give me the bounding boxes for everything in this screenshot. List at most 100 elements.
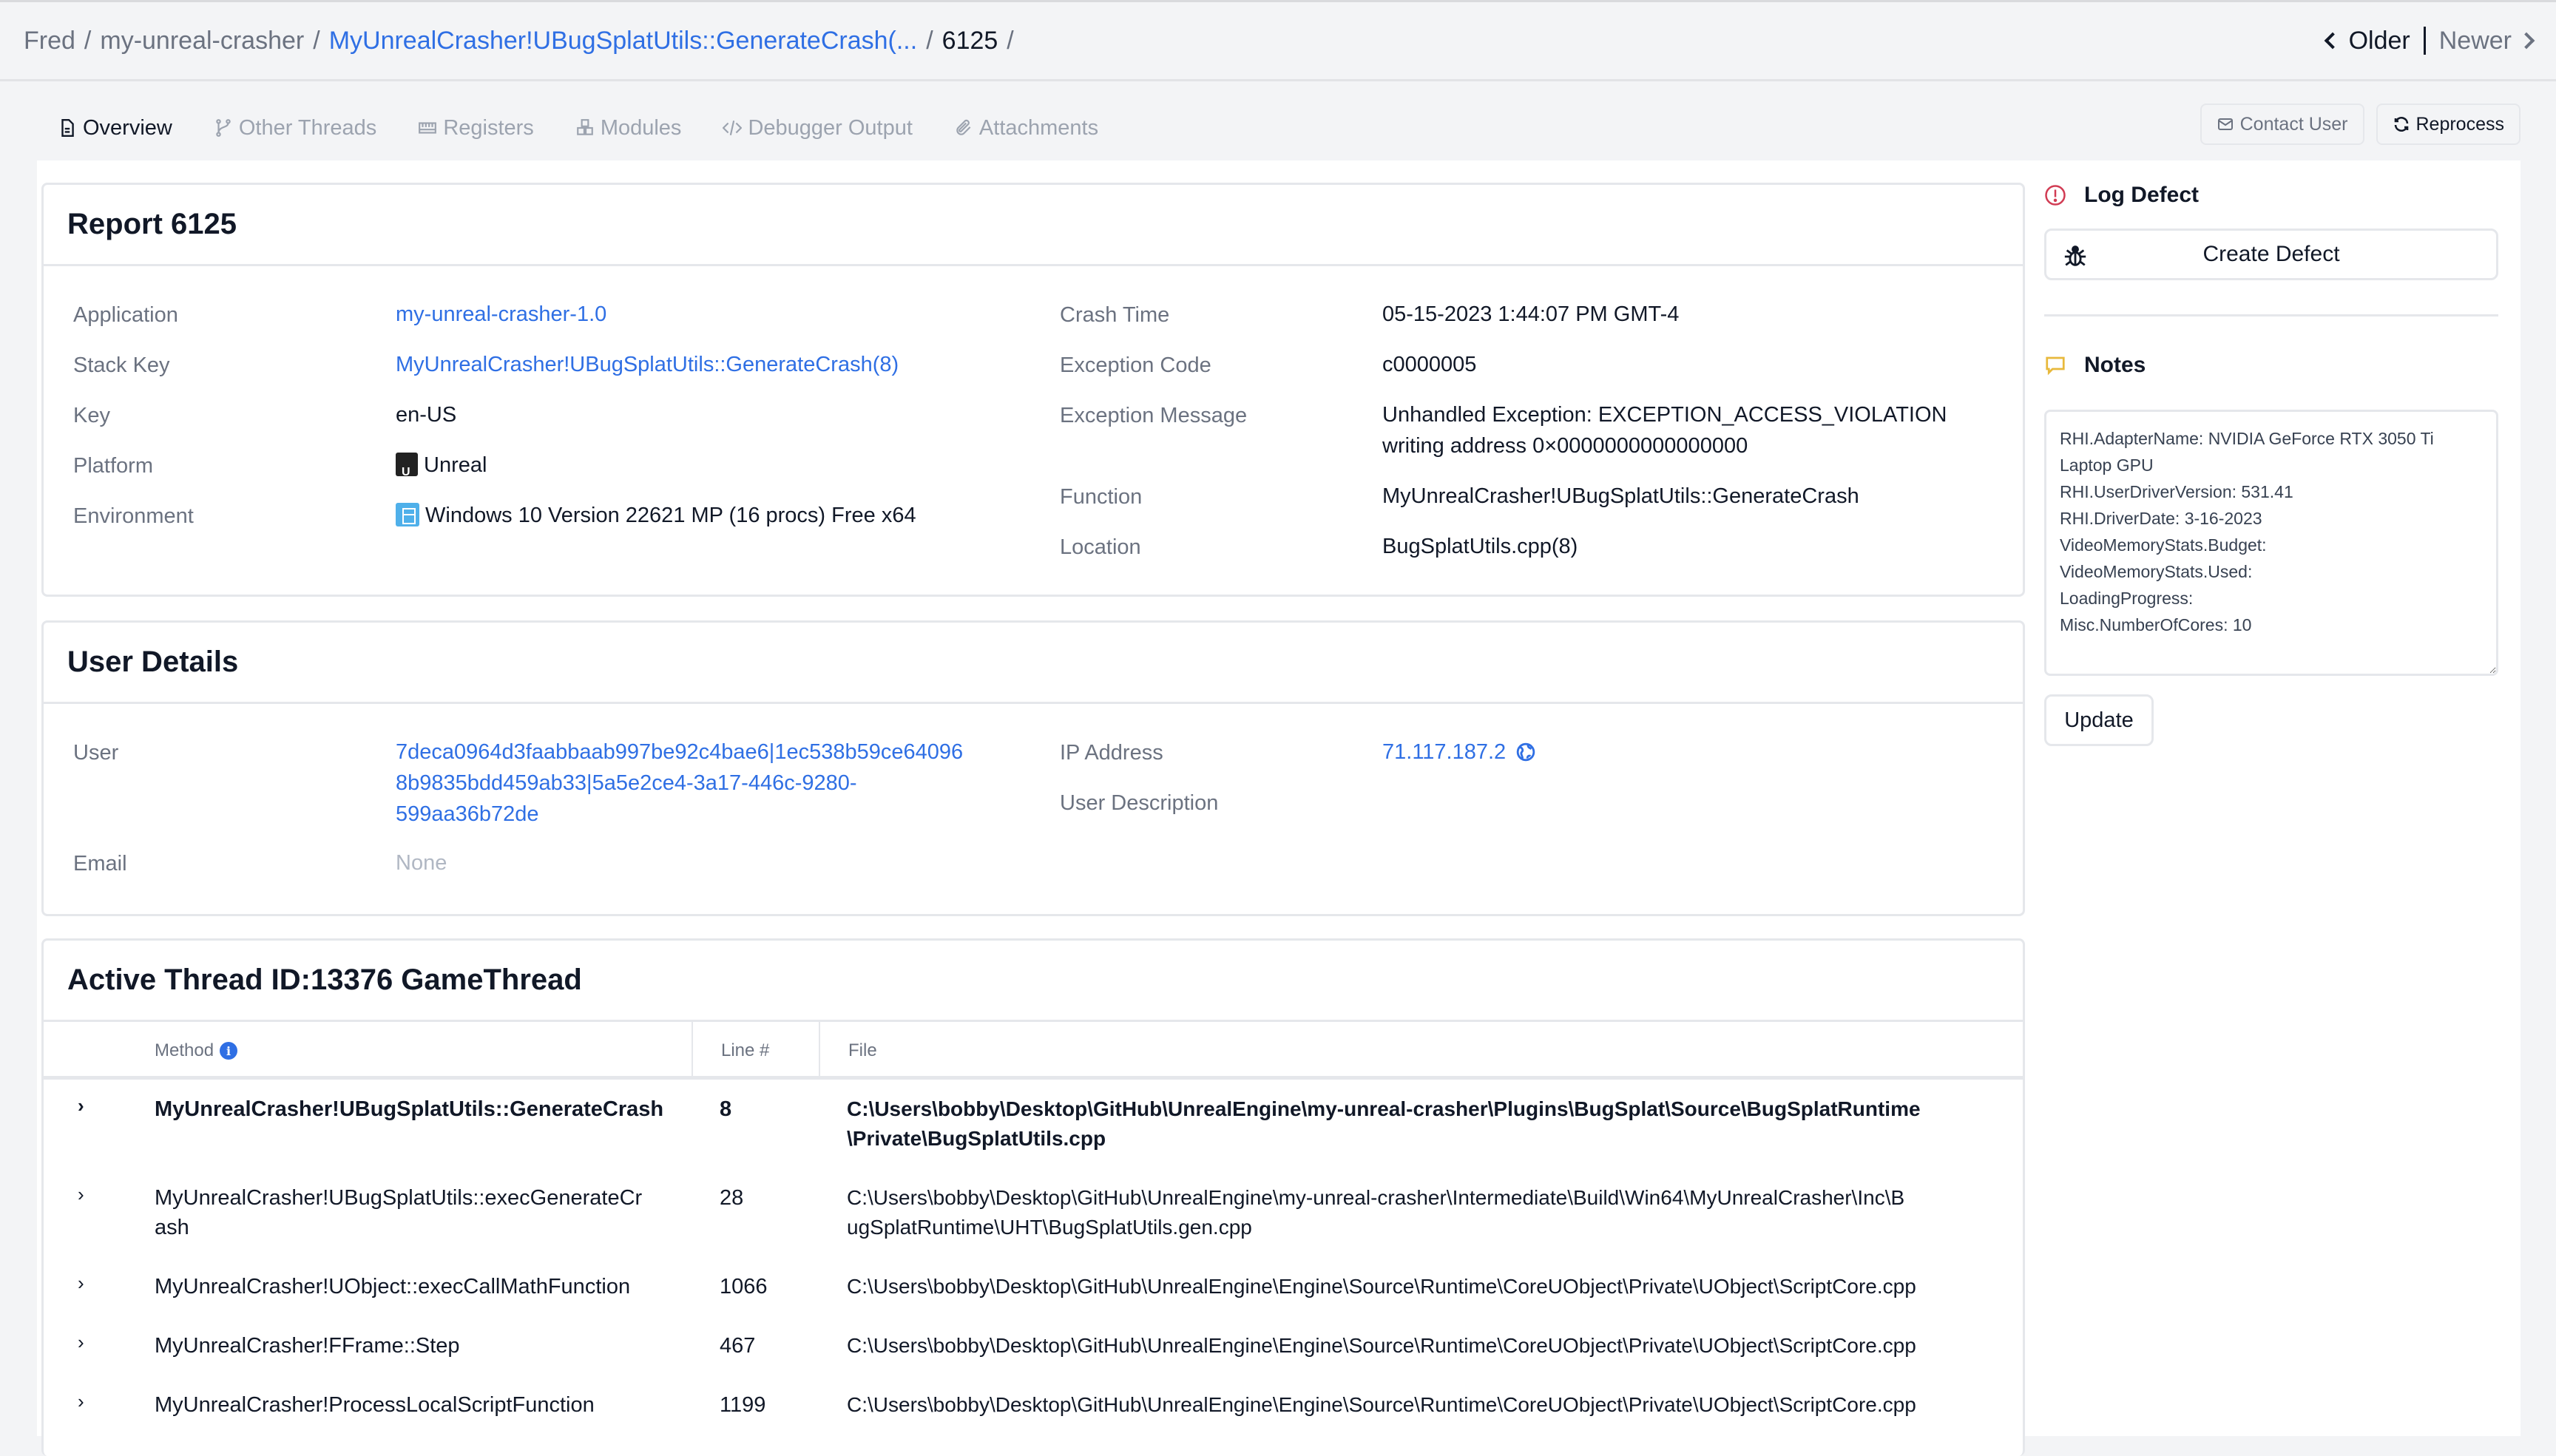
file-cell: C:\Users\bobby\Desktop\GitHub\UnrealEngi…	[847, 1334, 1916, 1357]
detail-label: Function	[1060, 485, 1143, 509]
tab-list: Overview Other Threads Registers Modules…	[37, 113, 1119, 165]
paperclip-icon	[956, 119, 971, 135]
chevron-right-icon[interactable]: ›	[78, 1390, 84, 1413]
refresh-icon	[2394, 117, 2408, 132]
method-cell: MyUnrealCrasher!UObject::execCallMathFun…	[155, 1275, 631, 1298]
table-row[interactable]: › MyUnrealCrasher!ProcessLocalScriptFunc…	[44, 1375, 2023, 1435]
breadcrumb-database[interactable]: Fred	[24, 27, 75, 55]
detail-label: User	[73, 741, 119, 765]
column-header-file[interactable]: File	[819, 1022, 2021, 1080]
table-header: Method i Line # File	[44, 1022, 2023, 1080]
chevron-right-icon[interactable]: ›	[78, 1094, 84, 1117]
comment-icon	[2046, 356, 2065, 376]
detail-label: Environment	[73, 504, 194, 528]
globe-icon	[1517, 742, 1535, 762]
info-icon[interactable]: i	[220, 1042, 238, 1060]
user-id-line2[interactable]: 8b9835bdd459ab33|5a5e2ce4-3a17-446c-9280…	[396, 768, 857, 799]
cubes-icon	[576, 119, 593, 135]
file-cell-line1: C:\Users\bobby\Desktop\GitHub\UnrealEngi…	[847, 1097, 1921, 1120]
tab-label: Overview	[83, 115, 172, 140]
tabs-bar: Overview Other Threads Registers Modules…	[0, 84, 2556, 165]
detail-label: Key	[73, 404, 110, 427]
user-id-line3[interactable]: 599aa36b72de	[396, 799, 539, 830]
breadcrumb-report-id: 6125	[941, 26, 998, 55]
newer-label: Newer	[2438, 26, 2512, 55]
chevron-left-icon	[2324, 32, 2341, 50]
breadcrumb-application[interactable]: my-unreal-crasher	[100, 27, 304, 55]
ip-address-link[interactable]: 71.117.187.2	[1382, 737, 1535, 768]
ip-address-text: 71.117.187.2	[1382, 740, 1507, 764]
windows-icon	[396, 503, 419, 526]
create-defect-button[interactable]: Create Defect	[2044, 228, 2498, 280]
method-cell: MyUnrealCrasher!FFrame::Step	[155, 1334, 460, 1358]
sidebar-divider	[2044, 314, 2498, 316]
chevron-right-icon	[2518, 32, 2535, 50]
update-notes-button[interactable]: Update	[2044, 694, 2154, 746]
older-button[interactable]: Older	[2324, 27, 2410, 55]
line-cell: 467	[720, 1334, 756, 1358]
detail-label: Application	[73, 303, 178, 327]
column-header-method[interactable]: Method i	[155, 1022, 238, 1080]
detail-label: Crash Time	[1060, 303, 1170, 327]
stack-frames-table: Method i Line # File › MyUnrealCrasher!U…	[44, 1022, 2023, 1435]
contact-user-button[interactable]: Contact User	[2200, 104, 2364, 145]
chevron-right-icon[interactable]: ›	[78, 1331, 84, 1354]
stack-key-link[interactable]: MyUnrealCrasher!UBugSplatUtils::Generate…	[396, 349, 899, 380]
newer-button[interactable]: Newer	[2438, 26, 2535, 55]
line-cell: 1066	[720, 1275, 768, 1298]
detail-label: Exception Message	[1060, 404, 1248, 427]
tab-overview[interactable]: Overview	[37, 113, 193, 165]
tab-modules[interactable]: Modules	[555, 113, 703, 160]
breadcrumb-separator: /	[84, 26, 92, 55]
application-link[interactable]: my-unreal-crasher-1.0	[396, 299, 606, 330]
tab-attachments[interactable]: Attachments	[933, 113, 1119, 160]
table-row[interactable]: › MyUnrealCrasher!UBugSplatUtils::Genera…	[44, 1080, 2023, 1168]
reprocess-label: Reprocess	[2415, 113, 2505, 135]
document-icon	[61, 118, 74, 138]
breadcrumb-stack-key[interactable]: MyUnrealCrasher!UBugSplatUtils::Generate…	[329, 27, 918, 55]
method-cell: MyUnrealCrasher!UBugSplatUtils::Generate…	[155, 1097, 664, 1121]
report-actions: Contact User Reprocess	[2200, 104, 2520, 145]
file-cell-line2: ugSplatRuntime\UHT\BugSplatUtils.gen.cpp	[847, 1216, 1252, 1239]
breadcrumb-separator: /	[926, 26, 933, 55]
breadcrumb: Fred / my-unreal-crasher / MyUnrealCrash…	[24, 27, 1023, 55]
tab-debugger-output[interactable]: Debugger Output	[702, 113, 933, 160]
bug-icon	[2064, 246, 2086, 266]
chevron-right-icon[interactable]: ›	[78, 1183, 84, 1206]
file-cell: C:\Users\bobby\Desktop\GitHub\UnrealEngi…	[847, 1393, 1916, 1416]
envelope-icon	[2217, 118, 2233, 130]
file-cell: C:\Users\bobby\Desktop\GitHub\UnrealEngi…	[847, 1275, 1916, 1298]
create-defect-label: Create Defect	[2202, 242, 2340, 266]
unreal-engine-icon	[396, 453, 418, 488]
tab-label: Debugger Output	[748, 115, 913, 140]
report-card: Report 6125 Application my-unreal-crashe…	[41, 183, 2025, 597]
file-cell-line2: \Private\BugSplatUtils.cpp	[847, 1127, 1106, 1150]
tab-other-threads[interactable]: Other Threads	[193, 113, 397, 160]
memory-icon	[419, 122, 437, 134]
log-defect-header: Log Defect	[2044, 183, 2199, 208]
user-details-title: User Details	[44, 623, 2023, 704]
column-header-line[interactable]: Line #	[692, 1022, 819, 1080]
line-cell: 8	[720, 1097, 732, 1121]
notes-textarea[interactable]: RHI.AdapterName: NVIDIA GeForce RTX 3050…	[2044, 410, 2498, 676]
key-value: en-US	[396, 403, 457, 427]
contact-user-label: Contact User	[2239, 113, 2348, 135]
column-label: Method	[155, 1040, 214, 1060]
file-cell-line1: C:\Users\bobby\Desktop\GitHub\UnrealEngi…	[847, 1186, 1905, 1209]
method-cell: MyUnrealCrasher!ProcessLocalScriptFuncti…	[155, 1393, 595, 1417]
active-thread-title: Active Thread ID:13376 GameThread	[44, 941, 2023, 1022]
detail-label: Platform	[73, 454, 153, 478]
log-defect-title: Log Defect	[2084, 183, 2200, 207]
email-value: None	[396, 851, 447, 875]
table-row[interactable]: › MyUnrealCrasher!UBugSplatUtils::execGe…	[44, 1168, 2023, 1257]
reprocess-button[interactable]: Reprocess	[2376, 104, 2520, 145]
tab-registers[interactable]: Registers	[397, 113, 555, 160]
update-label: Update	[2064, 708, 2134, 732]
method-cell-line1: MyUnrealCrasher!UBugSplatUtils::execGene…	[155, 1186, 643, 1210]
table-row[interactable]: › MyUnrealCrasher!UObject::execCallMathF…	[44, 1257, 2023, 1316]
tab-label: Attachments	[978, 115, 1099, 140]
table-row[interactable]: › MyUnrealCrasher!FFrame::Step 467 C:\Us…	[44, 1316, 2023, 1375]
detail-label: Email	[73, 852, 127, 876]
chevron-right-icon[interactable]: ›	[78, 1272, 84, 1295]
user-id-line1[interactable]: 7deca0964d3faabbaab997be92c4bae6|1ec538b…	[396, 737, 963, 768]
